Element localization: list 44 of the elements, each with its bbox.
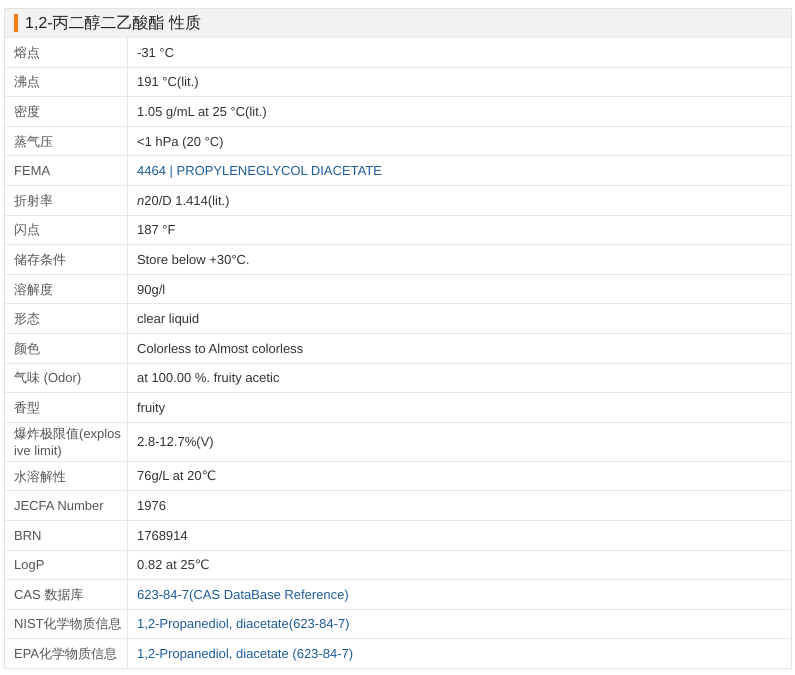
property-label: BRN [5,520,128,550]
property-label: EPA化学物质信息 [5,639,128,668]
accent-bar [14,14,18,32]
property-link[interactable]: 4464 | PROPYLENEGLYCOL DIACETATE [128,156,791,185]
property-link[interactable]: 1,2-Propanediol, diacetate (623-84-7) [128,639,791,668]
property-label: 气味 (Odor) [5,364,128,392]
section-title: 1,2-丙二醇二乙酸酯 性质 [25,14,202,34]
property-value: n20/D 1.414(lit.) [136,192,230,210]
property-label: 折射率 [5,186,128,215]
property-value: <1 hPa (20 °C) [136,132,224,151]
property-value: at 100.00 %. fruity acetic [136,369,280,388]
property-value: Colorless to Almost colorless [136,340,304,358]
property-value: 0.82 at 25℃ [136,556,210,574]
property-label: 熔点 [5,38,128,67]
property-label: 密度 [5,97,128,126]
property-link[interactable]: 1,2-Propanediol, diacetate(623-84-7) [128,610,791,638]
property-value: 191 °C(lit.) [136,73,200,92]
property-label: 爆炸极限值(explosive limit) [5,422,128,461]
property-value: fruity [136,398,166,417]
property-label: 水溶解性 [5,462,128,490]
property-value: clear liquid [136,310,200,328]
property-value: 187 °F [136,221,176,240]
property-label: NIST化学物质信息 [5,610,128,638]
property-label: 溶解度 [5,274,128,304]
property-label: 沸点 [5,68,128,96]
property-value: 90g/l [136,280,166,299]
property-value: 1976 [136,497,167,516]
property-label: 闪点 [5,216,128,244]
property-link[interactable]: 623-84-7(CAS DataBase Reference) [128,580,791,609]
property-value: Store below +30°C. [136,250,251,269]
property-label: 形态 [5,304,128,333]
property-value: 1.05 g/mL at 25 °C(lit.) [136,102,268,121]
property-value: 1768914 [136,526,189,545]
property-label: 储存条件 [5,245,128,274]
property-label: CAS 数据库 [5,580,128,609]
property-label: LogP [5,550,128,580]
property-value: -31 °C [136,44,175,62]
property-label: 颜色 [5,334,128,363]
property-label: 香型 [5,393,128,422]
property-label: 蒸气压 [5,126,128,156]
property-value: 76g/L at 20℃ [136,467,218,486]
property-label: JECFA Number [5,491,128,520]
property-value: 2.8-12.7%(V) [136,433,215,452]
property-label: FEMA [5,156,128,185]
